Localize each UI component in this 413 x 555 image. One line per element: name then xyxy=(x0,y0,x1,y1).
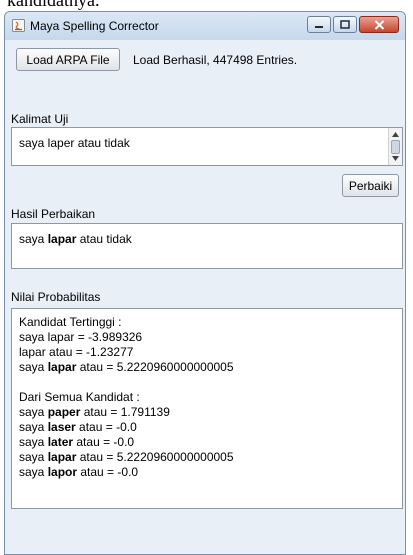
fix-button[interactable]: Perbaiki xyxy=(342,174,399,197)
probability-lines: Kandidat Tertinggi : saya lapar = -3.989… xyxy=(19,315,234,480)
probability-line: saya paper atau = 1.791139 xyxy=(19,405,234,420)
candidate-word: paper xyxy=(47,405,81,419)
probability-line: saya laser atau = -0.0 xyxy=(19,420,234,435)
corrected-suffix: atau tidak xyxy=(76,232,132,246)
scroll-up-icon[interactable] xyxy=(391,130,400,139)
test-sentence-input[interactable]: saya laper atau tidak xyxy=(11,127,403,166)
minimize-icon xyxy=(315,25,323,28)
line-text: saya xyxy=(19,360,48,374)
candidate-word: lapar xyxy=(47,360,77,374)
corrected-sentence-box: saya lapar atau tidak xyxy=(11,223,403,269)
line-text: saya xyxy=(19,420,48,434)
probability-line: saya lapar atau = 5.2220960000000005 xyxy=(19,450,234,465)
close-icon xyxy=(374,19,384,30)
window-title: Maya Spelling Corrector xyxy=(30,19,159,33)
top-candidate-lines: saya lapar = -3.989326 lapar atau = -1.23… xyxy=(19,330,234,375)
top-candidate-header: Kandidat Tertinggi : xyxy=(19,315,122,329)
probability-line: saya lapar atau = 5.2220960000000005 xyxy=(19,360,234,375)
line-value: atau = -0.0 xyxy=(75,420,137,434)
line-text: saya xyxy=(19,435,48,449)
load-arpa-file-button[interactable]: Load ARPA File xyxy=(16,48,120,71)
scroll-down-icon[interactable] xyxy=(391,154,400,163)
candidate-word: laser xyxy=(47,420,76,434)
line-text: saya xyxy=(19,465,48,479)
probability-line: lapar atau = -1.23277 xyxy=(19,345,234,360)
line-text: saya lapar = -3.989326 xyxy=(19,330,143,344)
load-status-text: Load Berhasil, 447498 Entries. xyxy=(133,53,298,67)
line-value: atau = 5.2220960000000005 xyxy=(76,450,234,464)
app-window: Maya Spelling Corrector Load ARPA File L… xyxy=(4,11,406,555)
result-section-label: Hasil Perbaikan xyxy=(11,207,96,221)
candidate-word: later xyxy=(47,435,74,449)
line-value: atau = -0.0 xyxy=(73,435,135,449)
java-app-icon xyxy=(12,19,25,32)
line-value: atau = 1.791139 xyxy=(80,405,170,419)
line-text: saya xyxy=(19,450,48,464)
test-sentence-value: saya laper atau tidak xyxy=(19,136,130,150)
corrected-sentence: saya lapar atau tidak xyxy=(19,232,132,247)
all-candidate-lines: saya paper atau = 1.791139 saya laser ata… xyxy=(19,405,234,480)
corrected-word: lapar xyxy=(47,232,77,246)
minimize-button[interactable] xyxy=(307,16,331,33)
probability-line: saya lapar = -3.989326 xyxy=(19,330,234,345)
probability-section-label: Nilai Probabilitas xyxy=(11,290,101,304)
maximize-button[interactable] xyxy=(333,16,357,33)
candidate-word: lapar xyxy=(47,450,77,464)
all-candidates-header: Dari Semua Kandidat : xyxy=(19,390,140,404)
scrollbar-thumb[interactable] xyxy=(391,140,400,154)
probability-line: saya lapor atau = -0.0 xyxy=(19,465,234,480)
line-text: lapar atau = -1.23277 xyxy=(19,345,134,359)
document-fragment-text: kandidatnya. xyxy=(7,0,100,10)
title-bar[interactable]: Maya Spelling Corrector xyxy=(5,12,405,41)
input-section-label: Kalimat Uji xyxy=(11,112,69,126)
candidate-word: lapor xyxy=(47,465,78,479)
probability-line: saya later atau = -0.0 xyxy=(19,435,234,450)
line-value: atau = -0.0 xyxy=(77,465,139,479)
corrected-prefix: saya xyxy=(19,232,48,246)
probability-text-area[interactable]: Kandidat Tertinggi : saya lapar = -3.989… xyxy=(11,308,403,509)
maximize-icon xyxy=(340,20,350,29)
line-value: atau = 5.2220960000000005 xyxy=(76,360,234,374)
close-button[interactable] xyxy=(359,16,399,33)
line-text: saya xyxy=(19,405,48,419)
window-content: Load ARPA File Load Berhasil, 447498 Ent… xyxy=(5,40,405,554)
input-scrollbar[interactable] xyxy=(388,128,402,165)
